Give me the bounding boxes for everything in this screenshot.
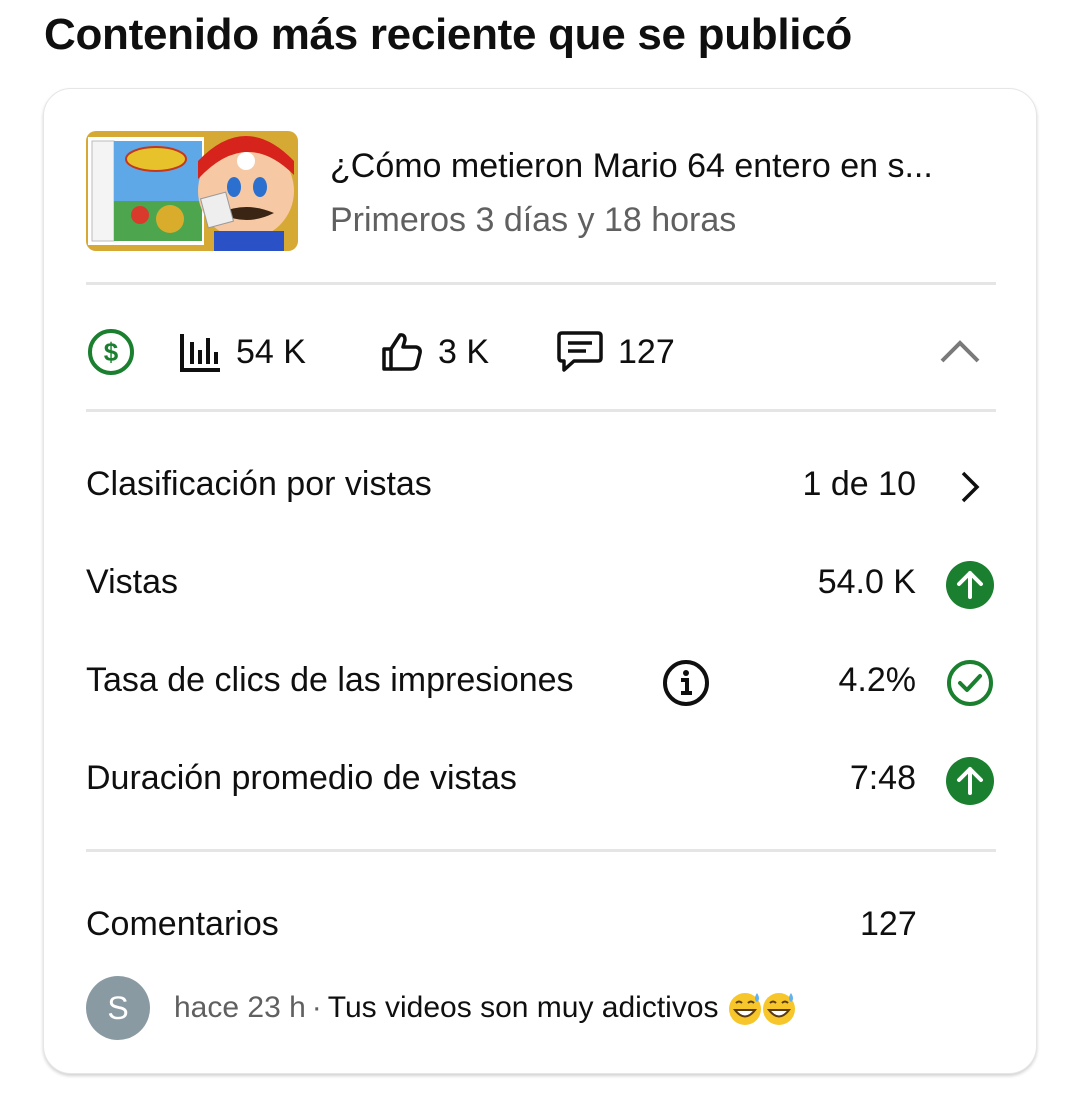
comments-count: 127 xyxy=(618,332,675,371)
arrow-up-circle-icon xyxy=(944,559,996,611)
video-period: Primeros 3 días y 18 horas xyxy=(330,201,737,239)
likes-count: 3 K xyxy=(438,332,490,371)
comment-text: Tus videos son muy adictivos xyxy=(327,991,719,1024)
comment-time: hace 23 h xyxy=(174,991,306,1024)
check-circle-icon xyxy=(944,657,996,709)
metric-value: 4.2% xyxy=(838,661,917,699)
views-stat[interactable]: 54 K xyxy=(178,317,306,387)
chevron-up-icon xyxy=(938,337,982,370)
bar-chart-icon xyxy=(178,330,222,374)
arrow-up-circle-icon xyxy=(944,755,996,807)
video-title[interactable]: ¿Cómo metieron Mario 64 entero en s... xyxy=(330,147,996,186)
comments-section-header[interactable]: Comentarios 127 xyxy=(86,897,996,957)
likes-stat[interactable]: 3 K xyxy=(380,317,489,387)
comments-total: 127 xyxy=(860,905,917,943)
comments-label: Comentarios xyxy=(86,905,279,943)
metric-value: 1 de 10 xyxy=(802,465,916,503)
info-icon[interactable] xyxy=(660,657,712,709)
video-header[interactable]: ¿Cómo metieron Mario 64 entero en s... P… xyxy=(86,131,996,251)
latest-comment[interactable]: S hace 23 h · Tus videos son muy adictiv… xyxy=(86,975,996,1041)
divider xyxy=(86,282,996,285)
metric-value: 54.0 K xyxy=(817,563,916,601)
metric-label: Tasa de clics de las impresiones xyxy=(86,661,574,699)
quick-stats-row: $ 54 K 3 K 127 xyxy=(86,317,996,387)
metric-label: Clasificación por vistas xyxy=(86,465,432,503)
collapse-button[interactable] xyxy=(934,327,986,379)
latest-content-card: ¿Cómo metieron Mario 64 entero en s... P… xyxy=(43,88,1037,1074)
chevron-right-icon[interactable] xyxy=(944,461,996,513)
metric-label: Duración promedio de vistas xyxy=(86,759,517,797)
video-thumbnail[interactable] xyxy=(86,131,298,251)
comments-stat[interactable]: 127 xyxy=(556,317,675,387)
divider xyxy=(86,409,996,412)
comment-separator: · xyxy=(311,991,322,1024)
metric-value: 7:48 xyxy=(849,759,916,797)
svg-text:$: $ xyxy=(104,337,119,367)
avatar: S xyxy=(86,976,150,1040)
monetization-stat[interactable]: $ xyxy=(86,317,136,387)
divider xyxy=(86,849,996,852)
thumbs-up-icon xyxy=(380,330,424,374)
metric-label: Vistas xyxy=(86,563,178,601)
metric-avg-view-duration: Duración promedio de vistas 7:48 xyxy=(86,751,996,811)
comment-icon xyxy=(556,329,604,375)
metric-ranking[interactable]: Clasificación por vistas 1 de 10 xyxy=(86,457,996,517)
metric-ctr: Tasa de clics de las impresiones 4.2% xyxy=(86,653,996,713)
dollar-circle-icon: $ xyxy=(86,327,136,377)
views-count: 54 K xyxy=(236,332,306,371)
grinning-sweat-emoji-icon xyxy=(727,989,799,1027)
section-title: Contenido más reciente que se publicó xyxy=(44,10,852,59)
metric-views: Vistas 54.0 K xyxy=(86,555,996,615)
